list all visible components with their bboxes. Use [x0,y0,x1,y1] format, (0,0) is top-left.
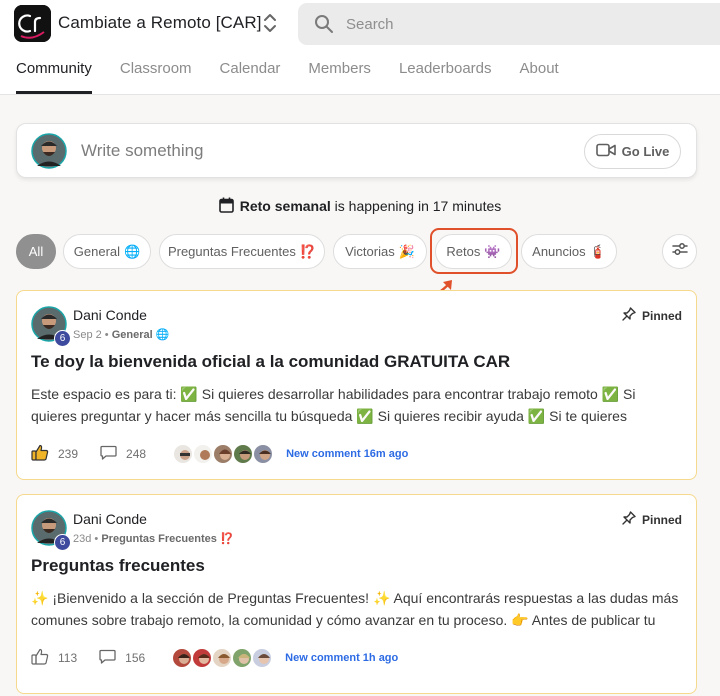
go-live-label: Go Live [621,144,670,159]
comment-button[interactable]: 248 [100,445,146,463]
app-title[interactable]: Cambiate a Remoto [CAR] [58,13,262,33]
like-count: 113 [58,651,78,665]
exclamation-question-icon: ⁉️ [299,243,317,259]
sliders-icon [671,242,688,261]
go-live-button[interactable]: Go Live [584,134,681,169]
post-stats: 239 248 New comment 16m ago [31,442,408,466]
filter-label: Anuncios [532,244,586,259]
like-count: 239 [58,447,79,461]
new-comment-link[interactable]: New comment 1h ago [285,652,398,664]
avatar [192,443,215,465]
post-title[interactable]: Te doy la bienvenida oficial a la comuni… [31,352,510,372]
exclamation-question-icon: ⁉️ [219,533,234,545]
avatar [232,443,255,465]
video-camera-icon [595,143,616,160]
pinned-label: Pinned [641,308,682,323]
tab-calendar[interactable]: Calendar [220,60,281,94]
filter-anuncios[interactable]: Anuncios 🧯 [521,234,617,269]
party-popper-icon: 🎉 [398,243,415,259]
thumbs-up-icon [31,648,49,668]
post-category[interactable]: Preguntas Frecuentes [101,533,217,545]
post-body: ✨ ¡Bienvenido a la sección de Preguntas … [31,590,679,628]
tab-members[interactable]: Members [308,60,371,94]
comment-icon [100,445,117,463]
upcoming-event-banner[interactable]: Reto semanal is happening in 17 minutes [0,197,720,216]
comment-count: 156 [125,651,146,665]
post-meta: Sep 2 • General 🌐 [73,329,170,341]
avatar [172,443,195,465]
filter-settings-button[interactable] [662,234,697,269]
filter-all[interactable]: All [16,234,56,269]
post-card[interactable]: 6 Dani Conde Sep 2 • General 🌐 Pinned Te… [16,290,697,480]
filter-preguntas-frecuentes[interactable]: Preguntas Frecuentes ⁉️ [159,234,325,269]
post-date: 23d [73,533,92,545]
main-tabs: Community Classroom Calendar Members Lea… [16,60,559,94]
post-meta: 23d • Preguntas Frecuentes ⁉️ [73,533,234,545]
filter-label: Victorias [345,244,395,259]
calendar-icon [218,197,234,216]
search-icon [314,14,334,39]
level-badge: 6 [54,330,71,347]
new-comment-link[interactable]: New comment 16m ago [286,448,408,460]
tab-classroom[interactable]: Classroom [120,60,192,94]
tab-leaderboards[interactable]: Leaderboards [399,60,492,94]
post-author[interactable]: Dani Conde [73,307,147,323]
pin-icon [622,511,636,528]
pinned-indicator: Pinned [622,511,682,528]
level-badge: 6 [54,534,71,551]
avatar [252,443,275,465]
filter-label: All [28,244,44,259]
commenter-avatars [172,443,275,465]
post-category[interactable]: General [112,329,153,341]
avatar [251,647,274,669]
like-button[interactable]: 239 [31,444,78,464]
pinned-indicator: Pinned [622,307,682,324]
like-button[interactable]: 113 [31,648,77,668]
post-stats: 113 156 New comment 1h ago [31,646,398,670]
avatar [31,133,67,174]
community-logo-icon[interactable] [14,5,51,42]
composer-placeholder[interactable]: Write something [81,141,204,161]
avatar [231,647,254,669]
top-bar: Cambiate a Remoto [CAR] Community Classr… [0,0,720,95]
globe-icon: 🌐 [155,329,170,341]
annotation-highlight-box [430,228,518,274]
fire-extinguisher-icon: 🧯 [589,243,606,259]
comment-button[interactable]: 156 [99,649,145,667]
thumbs-up-icon [31,444,49,464]
post-body: Este espacio es para ti: ✅ Si quieres de… [31,386,636,424]
post-composer[interactable]: Write something Go Live [16,123,697,178]
avatar [171,647,194,669]
filter-victorias[interactable]: Victorias 🎉 [333,234,427,269]
avatar [211,647,234,669]
post-title[interactable]: Preguntas frecuentes [31,556,205,576]
avatar [212,443,235,465]
comment-count: 248 [126,447,147,461]
post-card[interactable]: 6 Dani Conde 23d • Preguntas Frecuentes … [16,494,697,694]
search-bar[interactable] [298,3,720,45]
tab-community[interactable]: Community [16,60,92,94]
commenter-avatars [171,647,274,669]
comment-icon [99,649,116,667]
group-switcher-icon[interactable] [260,11,280,35]
search-input[interactable] [346,3,706,45]
filter-label: Preguntas Frecuentes [167,244,296,259]
tab-about[interactable]: About [520,60,559,94]
pin-icon [622,307,636,324]
post-date: Sep 2 [73,329,102,341]
event-name: Reto semanal [239,198,331,214]
filter-label: General [73,244,121,259]
avatar [191,647,214,669]
post-author[interactable]: Dani Conde [73,511,147,527]
filter-general[interactable]: General 🌐 [63,234,151,269]
globe-icon: 🌐 [124,243,141,259]
pinned-label: Pinned [641,512,682,527]
event-time-text: is happening in 17 minutes [330,198,502,214]
